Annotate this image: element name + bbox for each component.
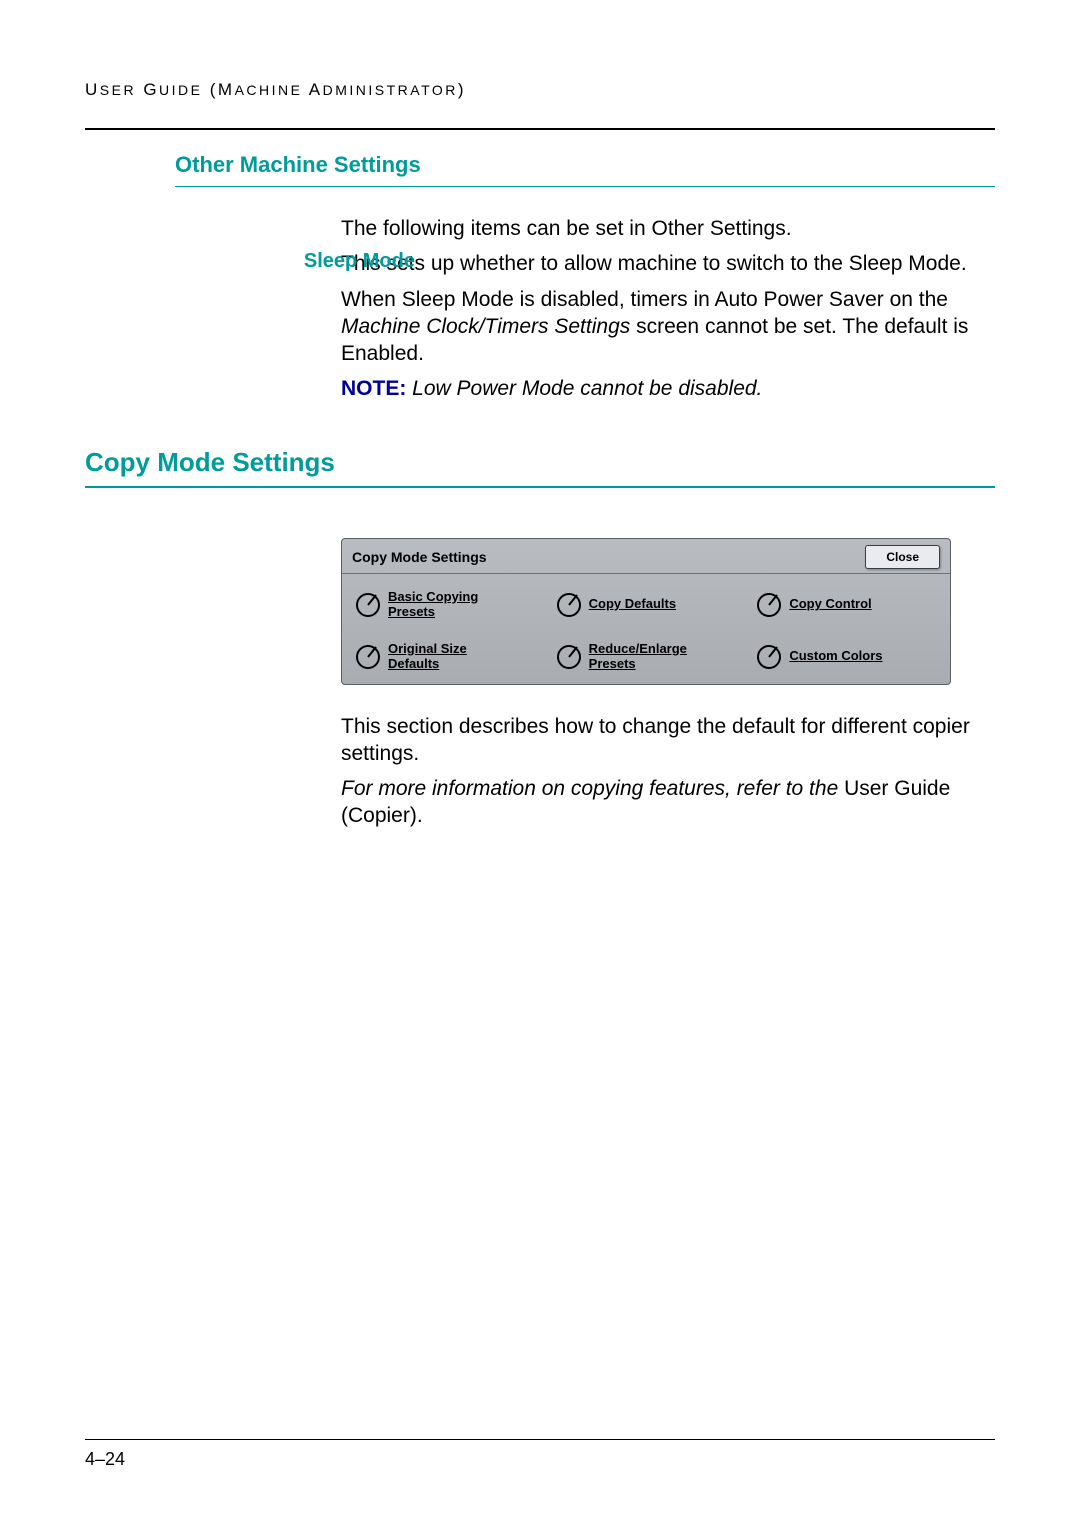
panel-titlebar: Copy Mode Settings Close <box>342 539 950 574</box>
option-label: Copy Control <box>789 597 871 612</box>
sleep-mode-label: Sleep Mode <box>255 250 415 273</box>
sleep-mode-p1: This sets up whether to allow machine to… <box>341 250 985 277</box>
option-label: Copy Defaults <box>589 597 676 612</box>
sleep-mode-p2: When Sleep Mode is disabled, timers in A… <box>341 286 985 368</box>
option-reduce-enlarge-presets[interactable]: Reduce/Enlarge Presets <box>555 642 738 672</box>
option-label: Basic Copying Presets <box>388 590 478 620</box>
h3-rule <box>175 186 995 187</box>
header-text: USER GUIDE (MACHINE ADMINISTRATOR) <box>85 80 995 102</box>
h2-rule <box>85 486 995 488</box>
radio-icon <box>354 643 382 671</box>
option-label: Reduce/Enlarge Presets <box>589 642 687 672</box>
copy-mode-description: This section describes how to change the… <box>341 713 985 830</box>
close-button[interactable]: Close <box>865 545 940 569</box>
option-copy-control[interactable]: Copy Control <box>755 590 938 620</box>
other-settings-body: The following items can be set in Other … <box>341 215 985 242</box>
page-number: 4–24 <box>85 1449 125 1470</box>
sleep-mode-note: NOTE: Low Power Mode cannot be disabled. <box>341 375 985 402</box>
footer-rule <box>85 1439 995 1440</box>
option-copy-defaults[interactable]: Copy Defaults <box>555 590 738 620</box>
option-label: Custom Colors <box>789 649 882 664</box>
panel-body: Basic Copying Presets Copy Defaults Copy… <box>342 574 950 684</box>
option-basic-copying-presets[interactable]: Basic Copying Presets <box>354 590 537 620</box>
radio-icon <box>555 643 583 671</box>
radio-icon <box>354 591 382 619</box>
radio-icon <box>755 643 783 671</box>
section-copy-mode-settings-heading: Copy Mode Settings <box>85 447 995 478</box>
radio-icon <box>555 591 583 619</box>
other-intro-text: The following items can be set in Other … <box>341 215 985 242</box>
copy-desc-p1: This section describes how to change the… <box>341 713 985 768</box>
option-label: Original Size Defaults <box>388 642 467 672</box>
section-other-machine-settings-heading: Other Machine Settings <box>175 152 995 178</box>
copy-desc-p2: For more information on copying features… <box>341 775 985 830</box>
copy-mode-settings-panel: Copy Mode Settings Close Basic Copying P… <box>341 538 951 685</box>
option-original-size-defaults[interactable]: Original Size Defaults <box>354 642 537 672</box>
option-custom-colors[interactable]: Custom Colors <box>755 642 938 672</box>
radio-icon <box>755 591 783 619</box>
running-header: USER GUIDE (MACHINE ADMINISTRATOR) <box>85 80 995 130</box>
panel-title: Copy Mode Settings <box>352 549 487 565</box>
